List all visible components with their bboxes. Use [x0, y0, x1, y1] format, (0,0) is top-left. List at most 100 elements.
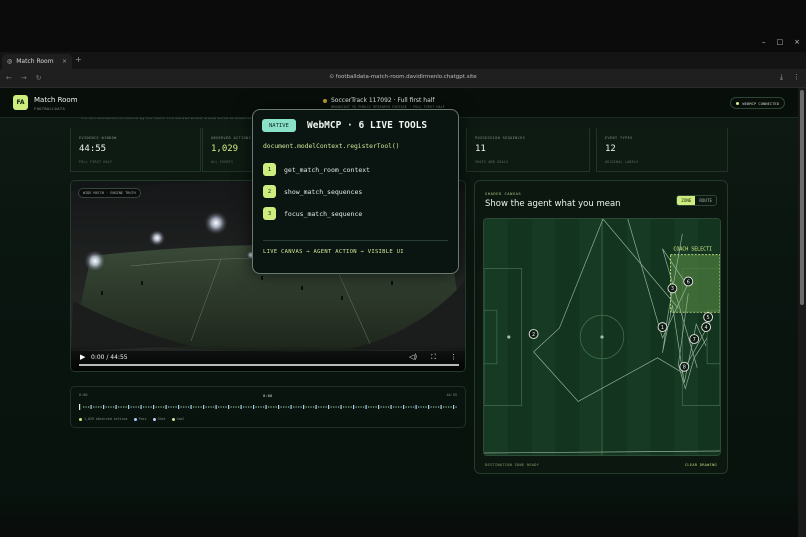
timeline-event-tick [398, 406, 400, 408]
timeline-event-tick [418, 406, 420, 408]
timeline-event-tick [153, 405, 155, 409]
timeline-event-tick [225, 406, 227, 408]
scroll-thumb[interactable] [800, 90, 804, 305]
connection-label: WEBMCP CONNECTED [742, 100, 779, 106]
minimize-icon[interactable]: – [762, 38, 766, 46]
timeline-event-tick [158, 406, 160, 408]
timeline-event-tick [378, 405, 380, 409]
stat-label: EVIDENCE WINDOW [79, 136, 117, 140]
timeline-event-tick [358, 406, 360, 408]
timeline-event-tick [275, 406, 277, 408]
timeline-event-tick [205, 406, 207, 408]
stat-value: 12 [605, 144, 616, 154]
timeline-event-tick [365, 405, 367, 409]
timeline-event-tick [145, 406, 147, 408]
timeline-event-tick [455, 406, 457, 408]
timeline-event-tick [310, 406, 312, 408]
legend-actions: 1,029 observed actions [79, 417, 128, 421]
timeline-event-tick [305, 406, 307, 408]
page-scrollbar[interactable] [798, 88, 806, 537]
player-marker: 2 [528, 329, 539, 339]
volume-icon[interactable]: ◁) [409, 353, 417, 362]
timeline-event-tick [345, 406, 347, 408]
timeline-event-tick [413, 406, 415, 408]
app-title: Match Room [34, 96, 78, 104]
timeline-event-tick [273, 406, 275, 408]
timeline-event-tick [338, 406, 340, 408]
native-badge: NATIVE [262, 119, 296, 132]
url-text[interactable]: ⊙ footballdata-match-room.davidlrmenlo.c… [0, 74, 806, 80]
toggle-route[interactable]: ROUTE [695, 196, 716, 205]
new-tab-button[interactable]: + [75, 55, 82, 64]
stat-evidence-window: EVIDENCE WINDOW 44:55 FULL FIRST HALF [70, 128, 201, 172]
download-icon[interactable]: ⤓ [780, 73, 783, 82]
globe-icon: ◎ [7, 58, 13, 65]
video-progress[interactable] [79, 364, 459, 366]
fullscreen-icon[interactable]: ⛶ [431, 353, 436, 362]
timeline-event-tick [328, 405, 330, 409]
timeline-event-tick [405, 406, 407, 408]
timeline-event-tick [210, 406, 212, 408]
timeline-event-tick [250, 406, 252, 408]
timeline-event-tick [375, 406, 377, 408]
tab-title: Match Room [16, 58, 54, 65]
tool-item[interactable]: 1 get_match_room_context [263, 163, 370, 176]
page: The live workbench is shared by the room… [0, 88, 798, 537]
timeline-event-tick [410, 406, 412, 408]
timeline-event-tick [298, 406, 300, 408]
pitch-canvas[interactable]: COACH SELECTI 12345678 [483, 218, 721, 456]
timeline-event-tick [280, 406, 282, 408]
timeline-event-tick [315, 405, 317, 409]
play-icon[interactable]: ▶ [80, 353, 85, 361]
timeline-event-tick [368, 406, 370, 408]
timeline-event-tick [353, 405, 355, 409]
player-marker: 8 [679, 361, 690, 372]
timeline-event-tick [393, 406, 395, 408]
timeline-event-tick [350, 406, 352, 408]
popup-flow: LIVE CANVAS → AGENT ACTION → VISIBLE UI [263, 249, 404, 255]
stat-event-types: EVENT TYPES 12 ORIGINAL LABELS [596, 128, 728, 172]
timeline-event-tick [293, 406, 295, 408]
timeline-event-tick [390, 405, 392, 409]
event-timeline[interactable]: 0:00 0:00 44:55 1,029 observed actions P… [70, 386, 466, 428]
timeline-event-tick [165, 405, 167, 409]
close-window-icon[interactable]: × [794, 38, 800, 46]
tool-item[interactable]: 3 focus_match_sequence [263, 207, 362, 220]
timeline-event-tick [430, 406, 432, 408]
timeline-event-tick [188, 406, 190, 408]
timeline-event-tick [143, 406, 145, 408]
timeline-event-tick [428, 405, 430, 409]
timeline-event-tick [140, 405, 142, 409]
timeline-events[interactable] [79, 404, 459, 410]
browser-tab[interactable]: ◎ Match Room × [2, 54, 72, 69]
timeline-event-tick [330, 406, 332, 408]
toggle-zone[interactable]: ZONE [677, 196, 696, 205]
timeline-event-tick [400, 406, 402, 408]
tool-item[interactable]: 2 show_match_sequences [263, 185, 362, 198]
timeline-event-tick [138, 406, 140, 408]
timeline-event-tick [215, 405, 217, 409]
player-marker: 1 [657, 322, 668, 332]
menu-icon[interactable]: ⋮ [793, 73, 800, 82]
timeline-event-tick [258, 406, 260, 408]
timeline-event-tick [190, 405, 192, 409]
timeline-event-tick [423, 406, 425, 408]
more-options-icon[interactable]: ⋮ [450, 353, 457, 362]
tab-close-icon[interactable]: × [62, 58, 67, 65]
app-subtitle: FOOTBALLDATA [34, 106, 66, 111]
timeline-event-tick [228, 405, 230, 409]
maximize-icon[interactable]: □ [777, 38, 784, 46]
stat-value: 44:55 [79, 144, 107, 154]
timeline-event-tick [135, 406, 137, 408]
legend-shot: Shot [152, 417, 166, 421]
timeline-event-tick [263, 406, 265, 408]
timeline-event-tick [453, 405, 455, 409]
timeline-event-tick [148, 406, 150, 408]
coach-selection-zone [670, 254, 720, 313]
timeline-event-tick [115, 405, 117, 409]
timeline-event-tick [333, 406, 335, 408]
clear-drawing-button[interactable]: CLEAR DRAWING [685, 463, 717, 467]
timeline-event-tick [120, 406, 122, 408]
timeline-event-tick [105, 406, 107, 408]
timeline-event-tick [438, 406, 440, 408]
